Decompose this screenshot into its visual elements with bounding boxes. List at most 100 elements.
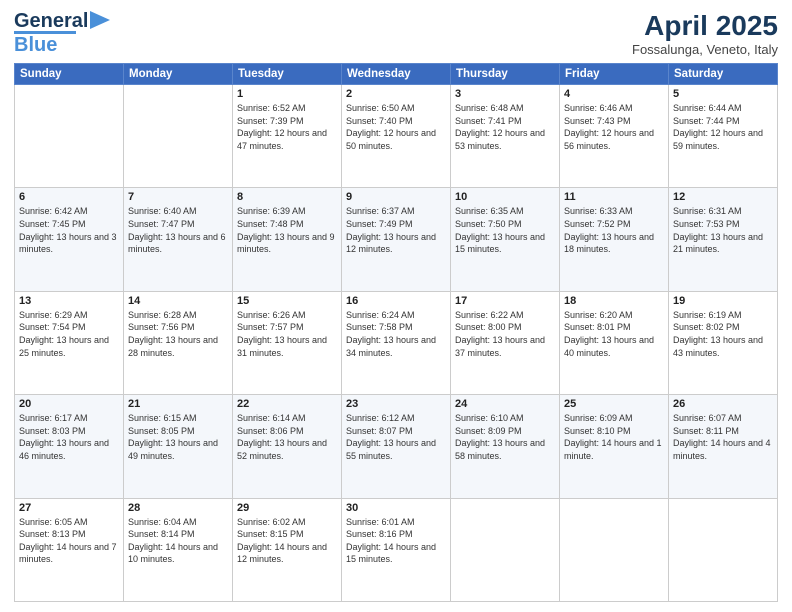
logo-arrow-icon: [90, 11, 110, 29]
day-info: Sunrise: 6:01 AM Sunset: 8:16 PM Dayligh…: [346, 516, 446, 566]
day-info: Sunrise: 6:37 AM Sunset: 7:49 PM Dayligh…: [346, 205, 446, 255]
day-info: Sunrise: 6:33 AM Sunset: 7:52 PM Dayligh…: [564, 205, 664, 255]
day-info: Sunrise: 6:07 AM Sunset: 8:11 PM Dayligh…: [673, 412, 773, 462]
day-number: 16: [346, 295, 446, 307]
week-row-1: 6 Sunrise: 6:42 AM Sunset: 7:45 PM Daylig…: [15, 188, 778, 291]
day-cell: 4Sunrise: 6:46 AM Sunset: 7:43 PM Daylig…: [560, 85, 669, 188]
day-cell: [124, 85, 233, 188]
day-info: Sunrise: 6:12 AM Sunset: 8:07 PM Dayligh…: [346, 412, 446, 462]
day-info: Sunrise: 6:22 AM Sunset: 8:00 PM Dayligh…: [455, 309, 555, 359]
day-number: 5: [673, 88, 773, 100]
day-cell: 7Sunrise: 6:40 AM Sunset: 7:47 PM Daylig…: [124, 188, 233, 291]
header-row: SundayMondayTuesdayWednesdayThursdayFrid…: [15, 64, 778, 85]
day-info: Sunrise: 6:09 AM Sunset: 8:10 PM Dayligh…: [564, 412, 664, 462]
header: General Blue April 2025 Fossalunga, Vene…: [14, 10, 778, 57]
day-number: 2: [346, 88, 446, 100]
calendar-table: SundayMondayTuesdayWednesdayThursdayFrid…: [14, 63, 778, 602]
logo-general: General: [14, 10, 88, 33]
col-header-tuesday: Tuesday: [233, 64, 342, 85]
day-number: 27: [19, 502, 119, 514]
title-area: April 2025 Fossalunga, Veneto, Italy: [632, 10, 778, 57]
day-cell: [560, 498, 669, 601]
day-cell: 17 Sunrise: 6:22 AM Sunset: 8:00 PM Dayli…: [451, 291, 560, 394]
day-number: 17: [455, 295, 555, 307]
day-info: Sunrise: 6:26 AM Sunset: 7:57 PM Dayligh…: [237, 309, 337, 359]
day-cell: 16 Sunrise: 6:24 AM Sunset: 7:58 PM Dayli…: [342, 291, 451, 394]
day-cell: 29 Sunrise: 6:02 AM Sunset: 8:15 PM Dayli…: [233, 498, 342, 601]
day-cell: 2 Sunrise: 6:50 AM Sunset: 7:40 PM Daylig…: [342, 85, 451, 188]
day-info: Sunrise: 6:42 AM Sunset: 7:45 PM Dayligh…: [19, 205, 119, 255]
day-cell: 13Sunrise: 6:29 AM Sunset: 7:54 PM Dayli…: [15, 291, 124, 394]
day-cell: 22 Sunrise: 6:14 AM Sunset: 8:06 PM Dayli…: [233, 395, 342, 498]
day-cell: 8Sunrise: 6:39 AM Sunset: 7:48 PM Daylig…: [233, 188, 342, 291]
day-info: Sunrise: 6:10 AM Sunset: 8:09 PM Dayligh…: [455, 412, 555, 462]
day-number: 25: [564, 398, 664, 410]
day-cell: [15, 85, 124, 188]
day-number: 8: [237, 191, 337, 203]
day-number: 24: [455, 398, 555, 410]
day-number: 30: [346, 502, 446, 514]
day-info: Sunrise: 6:50 AM Sunset: 7:40 PM Dayligh…: [346, 102, 446, 152]
day-info: Sunrise: 6:15 AM Sunset: 8:05 PM Dayligh…: [128, 412, 228, 462]
day-number: 28: [128, 502, 228, 514]
week-row-3: 20 Sunrise: 6:17 AM Sunset: 8:03 PM Dayli…: [15, 395, 778, 498]
day-cell: 28Sunrise: 6:04 AM Sunset: 8:14 PM Dayli…: [124, 498, 233, 601]
day-number: 12: [673, 191, 773, 203]
day-cell: 10 Sunrise: 6:35 AM Sunset: 7:50 PM Dayli…: [451, 188, 560, 291]
day-cell: 1Sunrise: 6:52 AM Sunset: 7:39 PM Daylig…: [233, 85, 342, 188]
col-header-monday: Monday: [124, 64, 233, 85]
day-info: Sunrise: 6:29 AM Sunset: 7:54 PM Dayligh…: [19, 309, 119, 359]
day-cell: 15 Sunrise: 6:26 AM Sunset: 7:57 PM Dayli…: [233, 291, 342, 394]
day-number: 20: [19, 398, 119, 410]
day-info: Sunrise: 6:14 AM Sunset: 8:06 PM Dayligh…: [237, 412, 337, 462]
page: General Blue April 2025 Fossalunga, Vene…: [0, 0, 792, 612]
day-number: 26: [673, 398, 773, 410]
day-cell: 3 Sunrise: 6:48 AM Sunset: 7:41 PM Daylig…: [451, 85, 560, 188]
day-number: 21: [128, 398, 228, 410]
day-cell: 27 Sunrise: 6:05 AM Sunset: 8:13 PM Dayli…: [15, 498, 124, 601]
day-info: Sunrise: 6:24 AM Sunset: 7:58 PM Dayligh…: [346, 309, 446, 359]
col-header-thursday: Thursday: [451, 64, 560, 85]
day-number: 15: [237, 295, 337, 307]
day-info: Sunrise: 6:05 AM Sunset: 8:13 PM Dayligh…: [19, 516, 119, 566]
subtitle: Fossalunga, Veneto, Italy: [632, 42, 778, 57]
day-cell: 9Sunrise: 6:37 AM Sunset: 7:49 PM Daylig…: [342, 188, 451, 291]
day-info: Sunrise: 6:19 AM Sunset: 8:02 PM Dayligh…: [673, 309, 773, 359]
day-number: 19: [673, 295, 773, 307]
day-number: 14: [128, 295, 228, 307]
logo: General Blue: [14, 10, 110, 57]
day-cell: 6 Sunrise: 6:42 AM Sunset: 7:45 PM Daylig…: [15, 188, 124, 291]
day-cell: 25 Sunrise: 6:09 AM Sunset: 8:10 PM Dayli…: [560, 395, 669, 498]
day-number: 4: [564, 88, 664, 100]
day-cell: 18 Sunrise: 6:20 AM Sunset: 8:01 PM Dayli…: [560, 291, 669, 394]
day-cell: 20 Sunrise: 6:17 AM Sunset: 8:03 PM Dayli…: [15, 395, 124, 498]
day-number: 22: [237, 398, 337, 410]
week-row-2: 13Sunrise: 6:29 AM Sunset: 7:54 PM Dayli…: [15, 291, 778, 394]
day-cell: 11 Sunrise: 6:33 AM Sunset: 7:52 PM Dayli…: [560, 188, 669, 291]
logo-blue: Blue: [14, 34, 76, 57]
day-cell: [451, 498, 560, 601]
day-info: Sunrise: 6:35 AM Sunset: 7:50 PM Dayligh…: [455, 205, 555, 255]
day-info: Sunrise: 6:02 AM Sunset: 8:15 PM Dayligh…: [237, 516, 337, 566]
day-number: 7: [128, 191, 228, 203]
day-number: 3: [455, 88, 555, 100]
day-cell: 14 Sunrise: 6:28 AM Sunset: 7:56 PM Dayli…: [124, 291, 233, 394]
day-cell: 24 Sunrise: 6:10 AM Sunset: 8:09 PM Dayli…: [451, 395, 560, 498]
week-row-0: 1Sunrise: 6:52 AM Sunset: 7:39 PM Daylig…: [15, 85, 778, 188]
col-header-wednesday: Wednesday: [342, 64, 451, 85]
day-number: 6: [19, 191, 119, 203]
day-info: Sunrise: 6:48 AM Sunset: 7:41 PM Dayligh…: [455, 102, 555, 152]
day-info: Sunrise: 6:28 AM Sunset: 7:56 PM Dayligh…: [128, 309, 228, 359]
col-header-sunday: Sunday: [15, 64, 124, 85]
day-cell: 19 Sunrise: 6:19 AM Sunset: 8:02 PM Dayli…: [669, 291, 778, 394]
col-header-friday: Friday: [560, 64, 669, 85]
col-header-saturday: Saturday: [669, 64, 778, 85]
day-number: 11: [564, 191, 664, 203]
day-info: Sunrise: 6:20 AM Sunset: 8:01 PM Dayligh…: [564, 309, 664, 359]
day-cell: 23Sunrise: 6:12 AM Sunset: 8:07 PM Dayli…: [342, 395, 451, 498]
day-number: 1: [237, 88, 337, 100]
day-info: Sunrise: 6:17 AM Sunset: 8:03 PM Dayligh…: [19, 412, 119, 462]
day-number: 29: [237, 502, 337, 514]
day-number: 10: [455, 191, 555, 203]
day-number: 18: [564, 295, 664, 307]
